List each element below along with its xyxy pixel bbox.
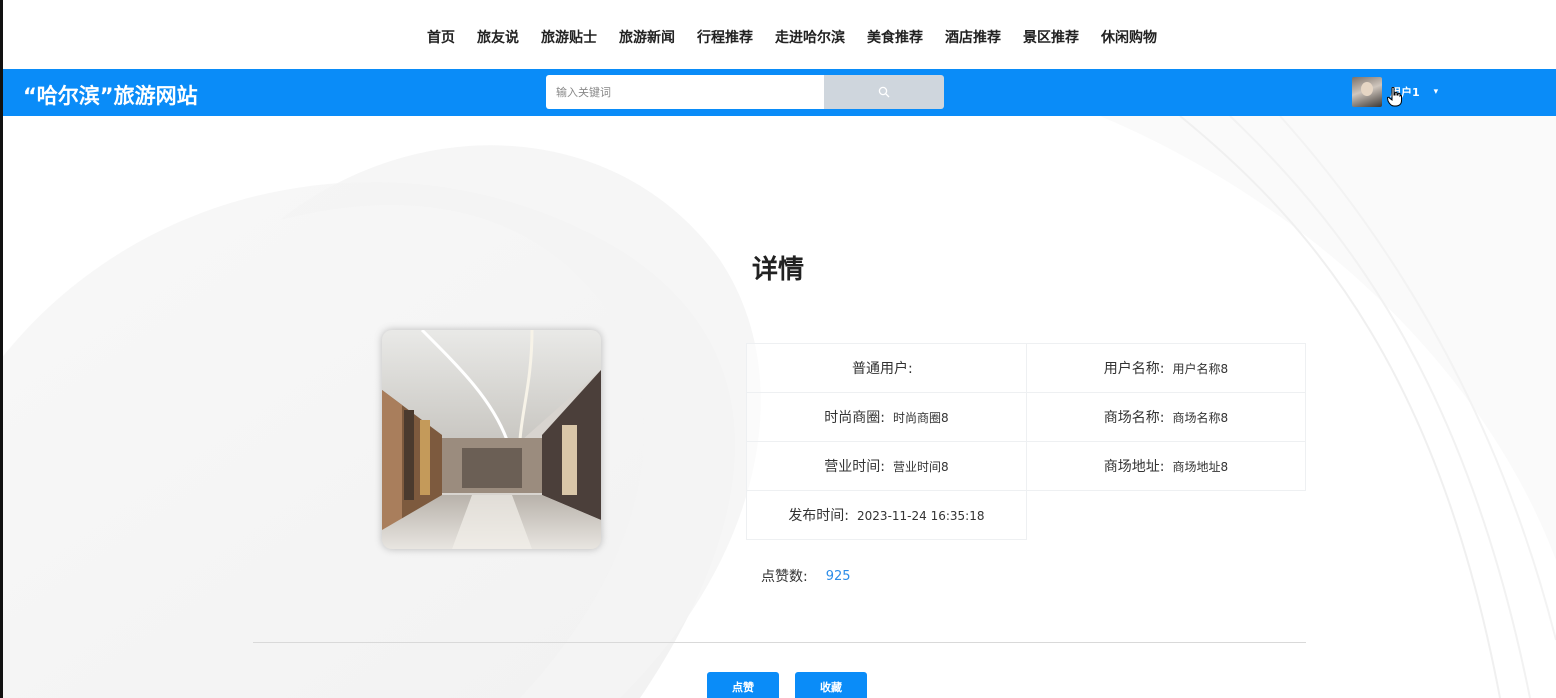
page-title: 详情 <box>751 255 804 285</box>
field-value-business-hours: 营业时间8 <box>892 460 949 474</box>
nav-menu: 首页 旅友说 旅游贴士 旅游新闻 行程推荐 走进哈尔滨 美食推荐 酒店推荐 景区… <box>427 27 1179 47</box>
table-cell-empty <box>1026 491 1305 540</box>
page: 首页 旅友说 旅游贴士 旅游新闻 行程推荐 走进哈尔滨 美食推荐 酒店推荐 景区… <box>0 0 1556 698</box>
hand-cursor-icon <box>1387 87 1402 107</box>
nav-item-travel-tips[interactable]: 旅游贴士 <box>541 27 597 47</box>
likes-value: 925 <box>825 568 851 584</box>
nav-item-itinerary[interactable]: 行程推荐 <box>697 27 753 47</box>
table-cell: 普通用户: <box>746 343 1027 393</box>
field-label-user-name: 用户名称: <box>1103 361 1165 377</box>
table-cell: 发布时间: 2023-11-24 16:35:18 <box>746 490 1027 540</box>
table-row: 发布时间: 2023-11-24 16:35:18 <box>746 490 1306 540</box>
favorite-button[interactable]: 收藏 <box>795 672 867 698</box>
nav-item-food[interactable]: 美食推荐 <box>867 27 923 47</box>
field-label-publish-time: 发布时间: <box>788 508 850 524</box>
nav-item-about-harbin[interactable]: 走进哈尔滨 <box>775 27 845 47</box>
table-row: 时尚商圈: 时尚商圈8 商场名称: 商场名称8 <box>746 392 1307 442</box>
nav-item-travel-news[interactable]: 旅游新闻 <box>619 27 675 47</box>
nav-item-travel-talk[interactable]: 旅友说 <box>477 27 519 47</box>
table-cell: 时尚商圈: 时尚商圈8 <box>746 392 1027 442</box>
header-bar: “哈尔滨”旅游网站 用户1 ▾ <box>3 69 1556 116</box>
top-navigation: 首页 旅友说 旅游贴士 旅游新闻 行程推荐 走进哈尔滨 美食推荐 酒店推荐 景区… <box>0 0 1556 70</box>
field-label-shopping-district: 时尚商圈: <box>824 410 885 426</box>
detail-info-table: 普通用户: 用户名称: 用户名称8 时尚商圈: 时尚商圈8 商场名称: 商场名称8 营… <box>746 343 1307 540</box>
like-button[interactable]: 点赞 <box>707 672 779 698</box>
field-value-user-name: 用户名称8 <box>1172 362 1229 376</box>
field-value-mall-name: 商场名称8 <box>1172 411 1229 425</box>
mall-photo <box>382 330 601 549</box>
mall-interior-image <box>382 330 601 549</box>
field-label-mall-address: 商场地址: <box>1103 459 1165 475</box>
field-label-mall-name: 商场名称: <box>1103 410 1165 426</box>
table-cell: 商场地址: 商场地址8 <box>1025 441 1307 491</box>
site-title[interactable]: “哈尔滨”旅游网站 <box>23 80 198 110</box>
divider <box>253 642 1306 643</box>
nav-item-hotels[interactable]: 酒店推荐 <box>945 27 1001 47</box>
table-cell: 营业时间: 营业时间8 <box>746 441 1027 491</box>
likes-label: 点赞数: <box>761 569 808 585</box>
search-icon <box>878 86 890 98</box>
table-cell: 商场名称: 商场名称8 <box>1025 392 1307 442</box>
likes-count: 点赞数: 925 <box>761 566 851 586</box>
search-button[interactable] <box>824 75 944 109</box>
table-cell: 用户名称: 用户名称8 <box>1025 343 1307 393</box>
nav-item-shopping[interactable]: 休闲购物 <box>1101 27 1157 47</box>
field-label-user-type: 普通用户: <box>852 361 913 377</box>
field-value-shopping-district: 时尚商圈8 <box>892 411 949 425</box>
search-input[interactable] <box>546 75 824 109</box>
field-value-publish-time: 2023-11-24 16:35:18 <box>857 509 985 523</box>
table-row: 营业时间: 营业时间8 商场地址: 商场地址8 <box>746 441 1307 491</box>
nav-item-home[interactable]: 首页 <box>427 27 455 47</box>
field-value-mall-address: 商场地址8 <box>1172 460 1229 474</box>
avatar[interactable] <box>1352 77 1382 107</box>
field-label-business-hours: 营业时间: <box>824 459 885 475</box>
chevron-down-icon[interactable]: ▾ <box>1434 87 1439 97</box>
table-row: 普通用户: 用户名称: 用户名称8 <box>746 343 1307 393</box>
nav-item-scenic-spots[interactable]: 景区推荐 <box>1023 27 1079 47</box>
window-edge <box>0 0 3 698</box>
detail-content: 详情 普通用户: 用户名称: 用户名称8 时尚商圈: 时尚商圈8 商场名称: 商… <box>0 116 1556 698</box>
